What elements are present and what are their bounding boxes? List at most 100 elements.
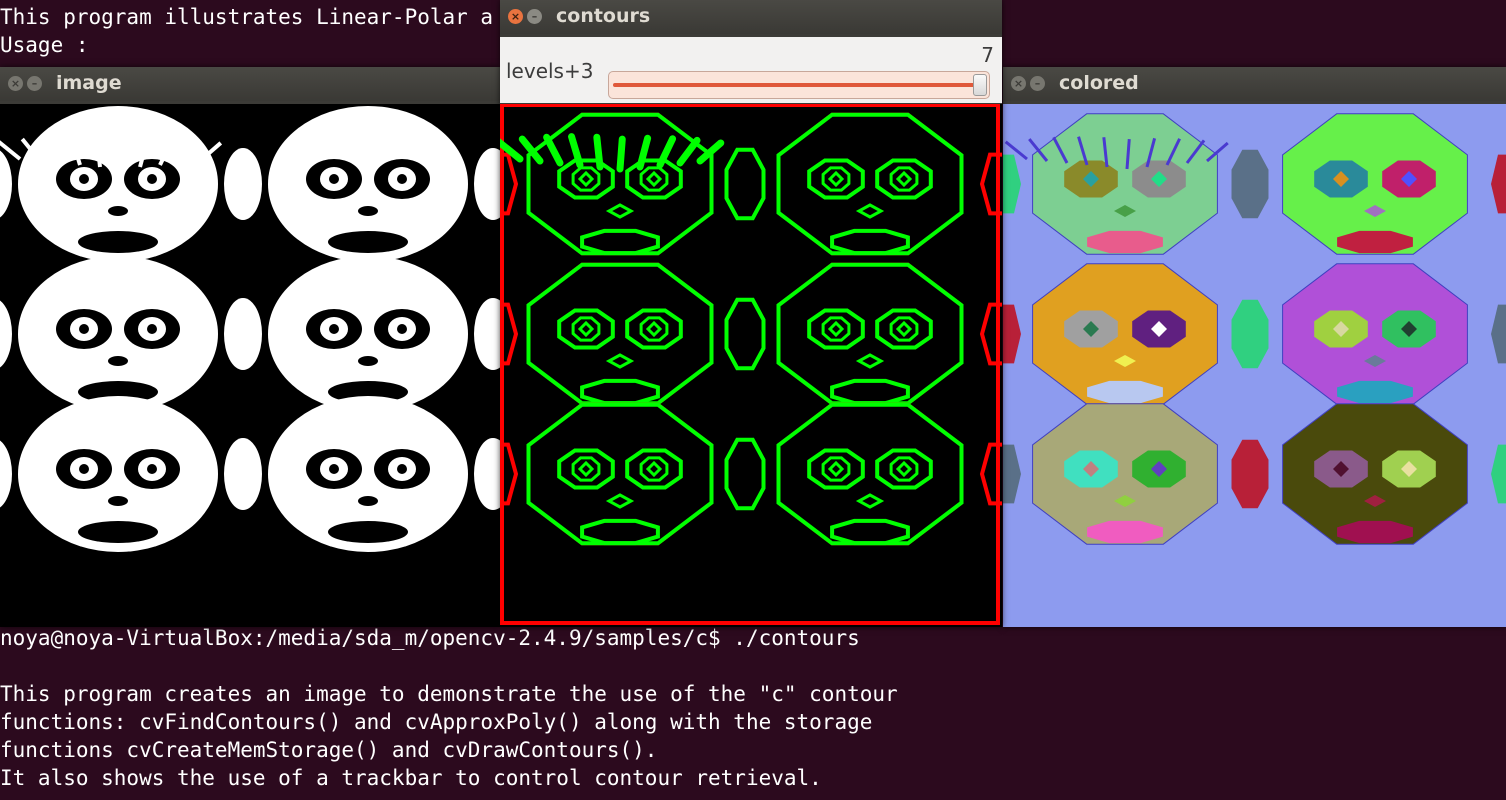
minimize-icon[interactable]: –: [527, 9, 542, 24]
nose: [108, 496, 128, 506]
terminal-line: functions cvCreateMemStorage() and cvDra…: [0, 738, 658, 762]
pupil-contour: [577, 460, 595, 478]
colored-canvas: [993, 104, 1506, 627]
colored-mouth: [1337, 230, 1413, 254]
bridge: [224, 438, 262, 510]
bridge: [0, 300, 12, 368]
image-window-titlebar[interactable]: × – image: [0, 67, 500, 101]
bridge: [474, 438, 512, 510]
eye-contour: [557, 158, 615, 200]
pupil: [397, 464, 407, 474]
pupil: [329, 324, 339, 334]
eye-contour: [557, 308, 615, 350]
nose: [358, 496, 378, 506]
eye-contour: [875, 158, 933, 200]
colored-bridge: [1231, 149, 1269, 219]
nose-contour: [605, 493, 635, 509]
hair-contour: [676, 136, 701, 167]
bridge: [474, 148, 512, 220]
minimize-icon[interactable]: –: [1030, 76, 1045, 91]
hair-contour: [636, 134, 652, 171]
close-icon[interactable]: ×: [8, 76, 23, 91]
pupil-contour: [895, 170, 913, 188]
pupil: [147, 324, 157, 334]
pupil-contour: [827, 460, 845, 478]
terminal-line: This program illustrates Linear-Polar a: [0, 5, 494, 29]
close-icon[interactable]: ×: [1011, 76, 1026, 91]
pupil: [329, 464, 339, 474]
colored-mouth: [1087, 380, 1163, 404]
bridge: [224, 148, 262, 220]
pupil-contour: [895, 320, 913, 338]
nose: [108, 356, 128, 366]
pupil-contour: [577, 170, 595, 188]
nose: [358, 206, 378, 216]
colored-bridge: [1231, 299, 1269, 369]
terminal-line: Usage :: [0, 33, 89, 57]
bridge-contour: [724, 147, 766, 221]
colored-window-titlebar[interactable]: × – colored: [1003, 67, 1506, 101]
colored-mouth: [1337, 520, 1413, 544]
pupil: [79, 174, 89, 184]
colored-mouth: [1087, 230, 1163, 254]
trackbar: levels+3 7: [500, 37, 1002, 103]
nose-contour: [855, 353, 885, 369]
contours-window[interactable]: × – contours levels+3 7: [481, 0, 1017, 627]
eye-contour: [875, 448, 933, 490]
hair-contour: [593, 133, 604, 171]
pupil: [79, 464, 89, 474]
mouth-contour: [580, 518, 660, 546]
pupil: [79, 324, 89, 334]
pupil: [147, 174, 157, 184]
bridge: [0, 440, 12, 508]
nose-contour: [855, 493, 885, 509]
close-icon[interactable]: ×: [508, 9, 523, 24]
mouth: [328, 231, 408, 253]
trackbar-label: levels+3: [506, 59, 594, 83]
faces-image: [0, 106, 512, 552]
pupil-contour: [895, 460, 913, 478]
terminal-line: This program creates an image to demonst…: [0, 682, 898, 706]
slider-handle[interactable]: [973, 74, 987, 96]
nose: [358, 356, 378, 366]
contours-window-titlebar[interactable]: × – contours: [500, 0, 1002, 34]
window-title: colored: [1059, 72, 1139, 94]
colored-mouth: [1337, 380, 1413, 404]
terminal-line: functions: cvFindContours() and cvApprox…: [0, 710, 873, 734]
mouth: [78, 231, 158, 253]
terminal-line: noya@noya-VirtualBox:/media/sda_m/opencv…: [0, 626, 860, 650]
levels-slider[interactable]: [608, 71, 990, 99]
image-canvas: [0, 104, 512, 627]
eye-contour: [625, 448, 683, 490]
bridge: [474, 298, 512, 370]
pupil: [397, 324, 407, 334]
bridge-contour: [724, 297, 766, 371]
window-title: contours: [556, 5, 651, 27]
window-title: image: [56, 72, 122, 94]
eye-contour: [557, 448, 615, 490]
mouth-contour: [830, 378, 910, 406]
minimize-icon[interactable]: –: [27, 76, 42, 91]
nose-contour: [855, 203, 885, 219]
hair-contour: [543, 133, 564, 167]
mouth-contour: [580, 378, 660, 406]
mouth-contour: [830, 518, 910, 546]
hair: [118, 138, 125, 170]
pupil-contour: [827, 320, 845, 338]
eye-contour: [807, 158, 865, 200]
contours-canvas: [481, 103, 1017, 627]
nose-contour: [605, 203, 635, 219]
trackbar-value: 7: [981, 43, 994, 67]
terminal-line: It also shows the use of a trackbar to c…: [0, 766, 822, 790]
eye-contour: [807, 308, 865, 350]
slider-fill: [613, 83, 975, 87]
pupil-contour: [827, 170, 845, 188]
eye-contour: [807, 448, 865, 490]
image-window[interactable]: × – image: [0, 67, 512, 627]
mouth-contour: [580, 228, 660, 256]
mouth-contour: [830, 228, 910, 256]
eye-contour: [875, 308, 933, 350]
colored-window[interactable]: × – colored: [993, 67, 1506, 627]
mouth: [78, 521, 158, 543]
outer-contour: [500, 103, 1000, 625]
